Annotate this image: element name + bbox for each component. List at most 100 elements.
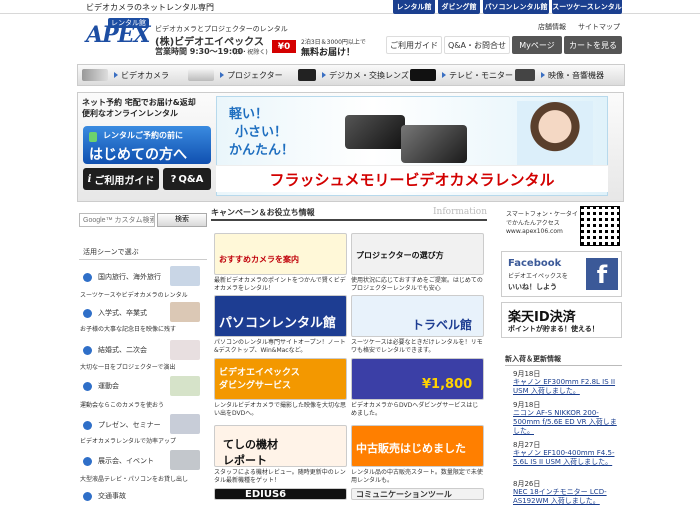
camcorder-image-2	[401, 125, 467, 163]
guide-label: ご利用ガイド	[94, 175, 155, 187]
arrow-icon	[442, 72, 446, 78]
facebook-icon: f	[586, 258, 618, 290]
nav-cart[interactable]: カートを見る	[564, 36, 622, 54]
card-title: コミュニケーションツール	[356, 490, 452, 499]
cat-video-camera[interactable]: ビデオカメラ	[82, 64, 169, 86]
tab-dubbing[interactable]: ダビング館	[438, 0, 480, 14]
wedding-photo	[170, 340, 200, 360]
qa-label: Q&A	[178, 173, 204, 185]
card-recommended-camera[interactable]: おすすめカメラを案内	[214, 233, 347, 275]
logo-rental-label: レンタル館	[108, 18, 149, 28]
tab-suitcase[interactable]: スーツケースレンタル	[552, 0, 622, 14]
arrow-circle-icon	[83, 491, 92, 501]
mobile-url: www.apex106.com	[506, 228, 563, 235]
cat-digital-camera[interactable]: デジカメ・交換レンズ	[298, 64, 409, 86]
cat-label: プロジェクター	[227, 70, 283, 80]
news-link[interactable]: NEC 18インチモニター LCD-AS192WM 入荷しました。	[513, 488, 621, 506]
facebook-like: いいね！しよう	[508, 283, 557, 291]
scene-label: プレゼン、セミナー	[98, 421, 161, 429]
card-dvd-dubbing[interactable]: ¥1,800	[351, 358, 484, 400]
news-link[interactable]: キャノン EF100-400mm F4.5-5.6L IS II USM 入荷し…	[513, 449, 621, 467]
card-text: パソコンのレンタル専門サイトオープン！ノート&デスクトップ、Win&Macなど。	[214, 339, 346, 354]
arrow-circle-icon	[83, 345, 92, 355]
arrow-icon	[114, 72, 118, 78]
tab-pc-rental[interactable]: パソコンレンタル館	[483, 0, 549, 14]
qr-code-icon	[580, 206, 620, 246]
scene-sub: ビデオカメラレンタルで効率アップ	[80, 438, 177, 445]
hours-note: (日・祝除く)	[233, 49, 268, 56]
card-text: レンタル品の中古販売スタート。数量限定で未使用レンタルも。	[351, 469, 483, 484]
scene-label: 展示会、イベント	[98, 457, 154, 465]
scene-sub: 大切な一日をプロジェクターで演出	[80, 364, 176, 371]
card-title: パソコンレンタル館	[219, 316, 337, 331]
card-title: ビデオエイペックス ダビングサービス	[219, 368, 300, 391]
card-projector-guide[interactable]: プロジェクターの選び方	[351, 233, 484, 275]
business-hours: 営業時間 9:30～19:00	[155, 47, 244, 56]
card-title: ¥1,800	[422, 377, 473, 392]
beginner-mark-icon	[89, 132, 97, 142]
news-link[interactable]: キャノン EF300mm F2.8L IS II USM 入荷しました。	[513, 378, 621, 396]
card-communication[interactable]: コミュニケーションツール	[351, 488, 484, 500]
scene-label: 入学式、卒業式	[98, 309, 147, 317]
projector-icon	[188, 69, 214, 81]
card-text: 最新ビデオカメラのポイントをつかんで賢くビデオカメラをレンタル！	[214, 277, 346, 292]
rakuten-banner[interactable]: 楽天ID決済 ポイントが貯まる！使える！	[501, 302, 622, 338]
guide-button[interactable]: i ご利用ガイド	[83, 168, 159, 190]
exhibition-photo	[170, 450, 200, 470]
search-input[interactable]	[79, 213, 155, 227]
av-equipment-icon	[515, 69, 535, 81]
tab-rental[interactable]: レンタル館	[393, 0, 435, 14]
nav-guide[interactable]: ご利用ガイド	[386, 36, 442, 54]
nav-qa[interactable]: Q&A・お問合せ	[444, 36, 510, 54]
arrow-circle-icon	[83, 308, 92, 318]
card-travel-rental[interactable]: トラベル館	[351, 295, 484, 337]
rakuten-sub: ポイントが貯まる！使える！	[508, 325, 599, 333]
travel-photo	[170, 266, 200, 286]
first-time-button[interactable]: レンタルご予約の前に はじめての方へ	[83, 126, 211, 164]
cat-label: デジカメ・交換レンズ	[329, 70, 409, 80]
link-store-info[interactable]: 店舗情報	[538, 22, 566, 32]
banner-easy: かんたん！	[229, 143, 295, 158]
search-button[interactable]: 検索	[157, 213, 207, 227]
campaign-heading-en: Information	[432, 207, 487, 217]
site-tagline: ビデオカメラのネットレンタル専門	[86, 3, 214, 12]
facebook-banner[interactable]: Facebook ビデオエイペックスを いいね！しよう f	[501, 251, 622, 297]
arrow-circle-icon	[83, 381, 92, 391]
hero-line-2: 便利なオンラインレンタル	[82, 109, 178, 118]
scene-accident[interactable]: 交通事故	[79, 489, 207, 503]
arrow-icon	[322, 72, 326, 78]
link-sitemap[interactable]: サイトマップ	[578, 22, 620, 32]
first-time-main: はじめての方へ	[89, 147, 187, 163]
nav-mypage[interactable]: Myページ	[512, 36, 562, 54]
card-dubbing-service[interactable]: ビデオエイペックス ダビングサービス	[214, 358, 347, 400]
banner-title: フラッシュメモリービデオカメラレンタル	[216, 165, 608, 192]
sports-day-photo	[170, 376, 200, 396]
facebook-title: Facebook	[508, 258, 562, 269]
card-edius[interactable]: EDIUS6	[214, 488, 347, 500]
first-time-small: レンタルご予約の前に	[103, 131, 183, 140]
news-link[interactable]: ニコン AF-S NIKKOR 200-500mm f/5.6E ED VR 入…	[513, 409, 621, 436]
card-title: EDIUS6	[245, 489, 287, 500]
scene-label: 運動会	[98, 382, 119, 390]
card-pc-rental[interactable]: パソコンレンタル館	[214, 295, 347, 337]
cat-tv-monitor[interactable]: テレビ・モニター	[410, 64, 513, 86]
card-title: てしの機材レポート	[223, 438, 278, 467]
arrow-circle-icon	[83, 420, 92, 430]
card-used-sales[interactable]: 中古販売はじめました	[351, 425, 484, 467]
arrow-circle-icon	[83, 272, 92, 282]
facebook-sub: ビデオエイペックスを	[508, 273, 568, 280]
camera-icon	[298, 69, 316, 81]
camcorder-image-1	[345, 115, 405, 149]
free-delivery-badge: ¥0	[272, 40, 296, 53]
scene-sub: お子様の大事な記念日を映像に残す	[80, 326, 177, 333]
scene-label: 国内旅行、海外旅行	[98, 273, 161, 281]
cat-projector[interactable]: プロジェクター	[188, 64, 283, 86]
arrow-icon	[220, 72, 224, 78]
card-equipment-report[interactable]: てしの機材レポート	[214, 425, 347, 467]
mobile-access-text: スマートフォン・ケータイでかんたんアクセス	[506, 211, 578, 227]
qa-button[interactable]: ? Q&A	[163, 168, 211, 190]
card-title: トラベル館	[412, 318, 473, 332]
scene-sub: スーツケースやビデオカメラのレンタル	[80, 292, 188, 299]
cat-av-equipment[interactable]: 映像・音響機器	[515, 64, 604, 86]
hero-line-1: ネット予約 宅配でお届け&返却	[82, 98, 196, 107]
